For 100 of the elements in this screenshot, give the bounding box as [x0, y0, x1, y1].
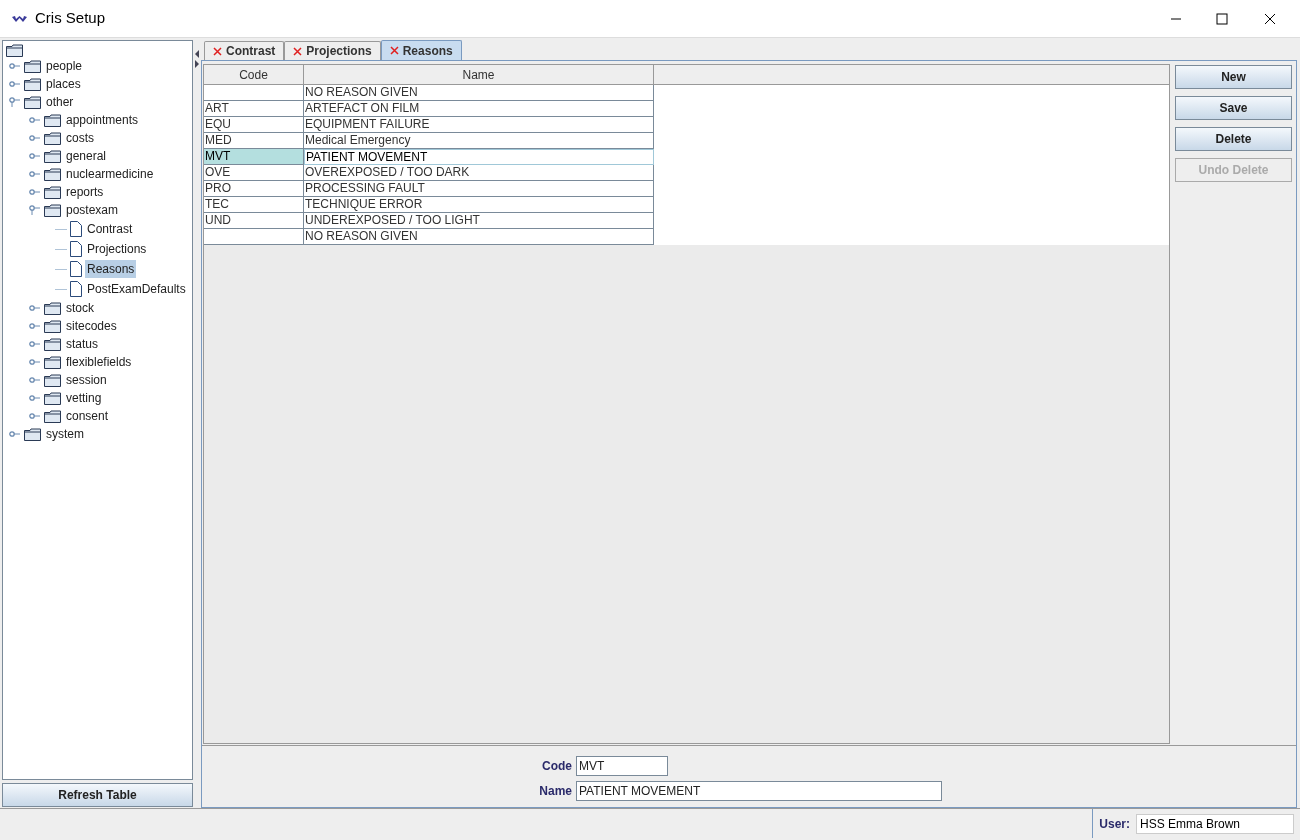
table-cell[interactable]: OVE — [204, 165, 304, 181]
window-title: Cris Setup — [35, 8, 106, 29]
table-cell[interactable]: Medical Emergency — [304, 133, 654, 149]
table-cell[interactable]: MED — [204, 133, 304, 149]
collapsed-handle-icon[interactable] — [29, 171, 41, 177]
document-icon — [70, 241, 82, 257]
table-cell[interactable]: OVEREXPOSED / TOO DARK — [304, 165, 654, 181]
table-cell[interactable]: TECHNIQUE ERROR — [304, 197, 654, 213]
tab[interactable]: Reasons — [380, 40, 462, 60]
folder-icon — [44, 167, 61, 181]
collapsed-handle-icon[interactable] — [29, 413, 41, 419]
table-cell[interactable]: NO REASON GIVEN — [304, 85, 654, 101]
document-icon — [70, 221, 82, 237]
folder-icon — [44, 409, 61, 423]
field-label: Name — [538, 783, 573, 800]
tree-item[interactable]: status — [64, 335, 100, 353]
tree-item[interactable]: reports — [64, 183, 106, 201]
folder-icon — [44, 319, 61, 333]
tree-item[interactable]: people — [44, 57, 85, 75]
tree-item[interactable]: general — [64, 147, 109, 165]
table-cell[interactable]: PATIENT MOVEMENT — [304, 149, 654, 165]
folder-icon — [44, 203, 61, 217]
tree-item[interactable]: session — [64, 371, 109, 389]
table-cell[interactable]: MVT — [204, 149, 304, 165]
folder-icon — [24, 77, 41, 91]
folder-icon — [44, 337, 61, 351]
collapsed-handle-icon[interactable] — [29, 305, 41, 311]
tree-item[interactable]: vetting — [64, 389, 104, 407]
tree-item[interactable]: stock — [64, 299, 96, 317]
tree-item[interactable]: flexiblefields — [64, 353, 134, 371]
expanded-handle-icon[interactable] — [9, 97, 21, 107]
folder-icon — [44, 149, 61, 163]
collapsed-handle-icon[interactable] — [29, 323, 41, 329]
folder-icon — [24, 95, 41, 109]
text-field[interactable]: PATIENT MOVEMENT — [576, 781, 942, 801]
table-cell[interactable]: ART — [204, 101, 304, 117]
table-cell[interactable]: EQUIPMENT FAILURE — [304, 117, 654, 133]
collapsed-handle-icon[interactable] — [29, 135, 41, 141]
collapse-arrows-icon[interactable] — [194, 50, 200, 68]
user-field: HSS Emma Brown — [1136, 813, 1294, 834]
tree-item[interactable]: PostExamDefaults — [85, 280, 188, 298]
collapsed-handle-icon[interactable] — [29, 341, 41, 347]
refresh-table-button[interactable]: Refresh Table — [2, 783, 193, 807]
folder-icon — [44, 113, 61, 127]
app-logo-icon — [12, 14, 27, 23]
collapsed-handle-icon[interactable] — [9, 81, 21, 87]
table-cell[interactable]: ARTEFACT ON FILM — [304, 101, 654, 117]
tree-item[interactable]: consent — [64, 407, 111, 425]
close-icon[interactable] — [1264, 12, 1276, 25]
table-cell[interactable] — [204, 85, 304, 101]
table-cell[interactable]: NO REASON GIVEN — [304, 229, 654, 245]
tree-item[interactable]: sitecodes — [64, 317, 119, 335]
collapsed-handle-icon[interactable] — [29, 153, 41, 159]
folder-icon — [44, 131, 61, 145]
document-icon — [70, 281, 82, 297]
tree-item[interactable]: costs — [64, 129, 96, 147]
table-cell[interactable]: PROCESSING FAULT — [304, 181, 654, 197]
collapsed-handle-icon[interactable] — [29, 395, 41, 401]
tree-item[interactable]: Contrast — [85, 220, 135, 238]
expanded-handle-icon[interactable] — [29, 205, 41, 215]
table-cell[interactable]: UNDEREXPOSED / TOO LIGHT — [304, 213, 654, 229]
action-button[interactable]: New — [1175, 65, 1292, 89]
table-cell[interactable]: PRO — [204, 181, 304, 197]
tree-item[interactable]: places — [44, 75, 83, 93]
document-icon — [70, 261, 82, 277]
action-button[interactable]: Save — [1175, 96, 1292, 120]
folder-icon — [44, 391, 61, 405]
tree-item[interactable]: appointments — [64, 111, 141, 129]
tree-item[interactable]: Reasons — [85, 260, 137, 278]
collapsed-handle-icon[interactable] — [29, 377, 41, 383]
column-header[interactable]: Code — [204, 65, 304, 84]
collapsed-handle-icon[interactable] — [29, 359, 41, 365]
folder-icon — [24, 427, 41, 441]
collapsed-handle-icon[interactable] — [9, 63, 21, 69]
action-button[interactable]: Delete — [1175, 127, 1292, 151]
tab[interactable]: Contrast — [204, 41, 285, 60]
table-cell[interactable]: UND — [204, 213, 304, 229]
collapsed-handle-icon[interactable] — [9, 431, 21, 437]
collapsed-handle-icon[interactable] — [29, 117, 41, 123]
folder-icon — [44, 185, 61, 199]
collapsed-handle-icon[interactable] — [29, 189, 41, 195]
folder-icon — [6, 44, 23, 57]
user-label: User: — [1099, 815, 1130, 833]
table-cell[interactable] — [204, 229, 304, 245]
field-label: Code — [541, 758, 573, 775]
folder-icon — [24, 59, 41, 73]
tree-item[interactable]: nuclearmedicine — [64, 165, 156, 183]
folder-icon — [44, 301, 61, 315]
folder-icon — [44, 373, 61, 387]
table-cell[interactable]: EQU — [204, 117, 304, 133]
tree-item[interactable]: postexam — [64, 201, 121, 219]
folder-icon — [44, 355, 61, 369]
tree-item[interactable]: Projections — [85, 240, 149, 258]
text-field[interactable]: MVT — [576, 756, 668, 776]
column-header[interactable]: Name — [304, 65, 654, 84]
maximize-icon[interactable] — [1216, 12, 1228, 25]
table-cell[interactable]: TEC — [204, 197, 304, 213]
tree-item[interactable]: system — [44, 425, 86, 443]
tree-item[interactable]: other — [44, 93, 76, 111]
tab[interactable]: Projections — [284, 41, 381, 60]
